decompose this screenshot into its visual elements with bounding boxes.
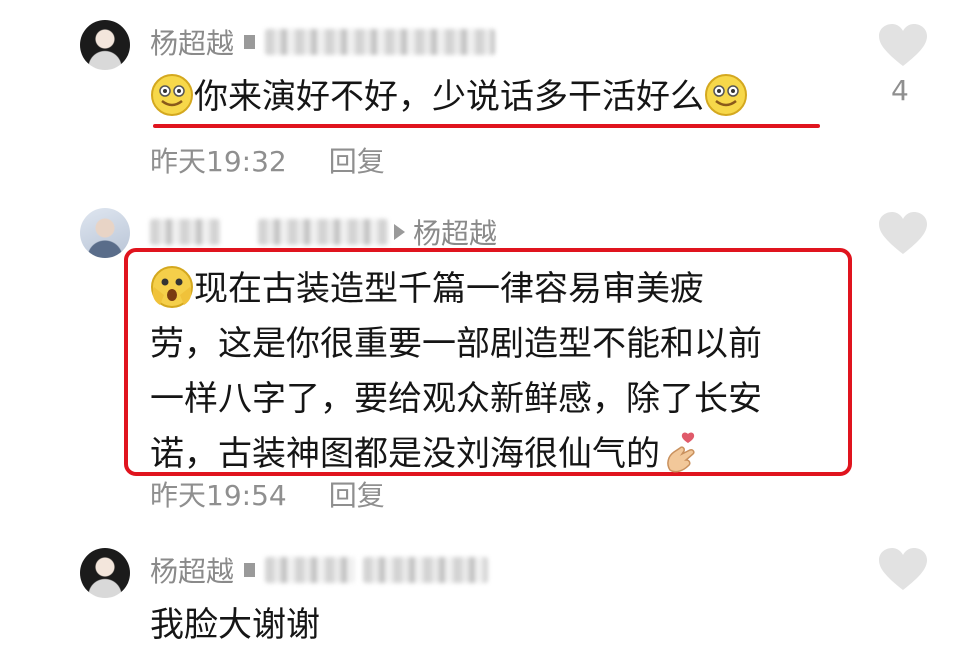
comment-body: 你来演好不好，少说话多干活好么 bbox=[194, 77, 704, 117]
timestamp: 昨天19:32 bbox=[150, 145, 287, 178]
play-arrow-icon bbox=[394, 224, 405, 240]
author-name[interactable]: 杨超越 bbox=[150, 22, 234, 62]
author-tag-icon bbox=[244, 35, 256, 49]
heart-like-icon[interactable] bbox=[879, 212, 927, 256]
shocked-emoji-icon bbox=[151, 266, 193, 308]
author-name[interactable]: 杨超越 bbox=[150, 550, 234, 590]
blurred-text bbox=[258, 219, 388, 245]
heart-like-icon[interactable] bbox=[879, 548, 927, 592]
comment-line-text: 现在古装造型千篇一律容易审美疲 bbox=[194, 269, 704, 309]
comment-line: 现在古装造型千篇一律容易审美疲 bbox=[150, 262, 762, 317]
reply-to-name[interactable]: 杨超越 bbox=[413, 212, 497, 252]
comment-text: 我脸大谢谢 bbox=[150, 598, 320, 653]
reply-button[interactable]: 回复 bbox=[329, 474, 385, 514]
finger-heart-emoji-icon bbox=[667, 432, 695, 473]
blurred-text bbox=[150, 219, 220, 245]
comment-line-text: 诺，古装神图都是没刘海很仙气的 bbox=[150, 434, 660, 474]
comment-body: 我脸大谢谢 bbox=[150, 605, 320, 645]
blurred-text bbox=[265, 557, 356, 583]
comment-1: 杨超越 你来演好不好，少说话多干活好么 昨天19:32 回复 4 bbox=[0, 0, 960, 190]
blurred-text bbox=[363, 557, 489, 583]
heart-like-icon[interactable] bbox=[879, 24, 927, 68]
comment-3: 杨超越 我脸大谢谢 bbox=[0, 530, 960, 658]
comment-2: 杨超越 现在古装造型千篇一律容易审美疲 劳，这是你很重要一部剧造型不能和以前 一… bbox=[0, 190, 960, 530]
comment-text: 你来演好不好，少说话多干活好么 bbox=[150, 70, 748, 125]
blurred-text bbox=[265, 29, 496, 55]
comment-line: 一样八字了，要给观众新鲜感，除了长安 bbox=[150, 379, 762, 419]
comment-meta: 杨超越 bbox=[150, 212, 497, 252]
avatar[interactable] bbox=[80, 20, 130, 70]
avatar[interactable] bbox=[80, 208, 130, 258]
highlight-underline bbox=[153, 124, 820, 128]
comment-line: 劳，这是你很重要一部剧造型不能和以前 bbox=[150, 324, 762, 364]
comment-footer: 昨天19:32 回复 bbox=[150, 140, 385, 180]
comment-meta: 杨超越 bbox=[150, 22, 496, 62]
smile-emoji-icon bbox=[151, 74, 193, 116]
comment-meta: 杨超越 bbox=[150, 550, 489, 590]
author-tag-icon bbox=[244, 563, 256, 577]
timestamp: 昨天19:54 bbox=[150, 479, 287, 512]
reply-button[interactable]: 回复 bbox=[329, 140, 385, 180]
like-count: 4 bbox=[891, 74, 909, 107]
comment-footer: 昨天19:54 回复 bbox=[150, 474, 385, 514]
comment-text: 现在古装造型千篇一律容易审美疲 劳，这是你很重要一部剧造型不能和以前 一样八字了… bbox=[150, 262, 762, 482]
avatar[interactable] bbox=[80, 548, 130, 598]
smile-emoji-icon bbox=[705, 74, 747, 116]
